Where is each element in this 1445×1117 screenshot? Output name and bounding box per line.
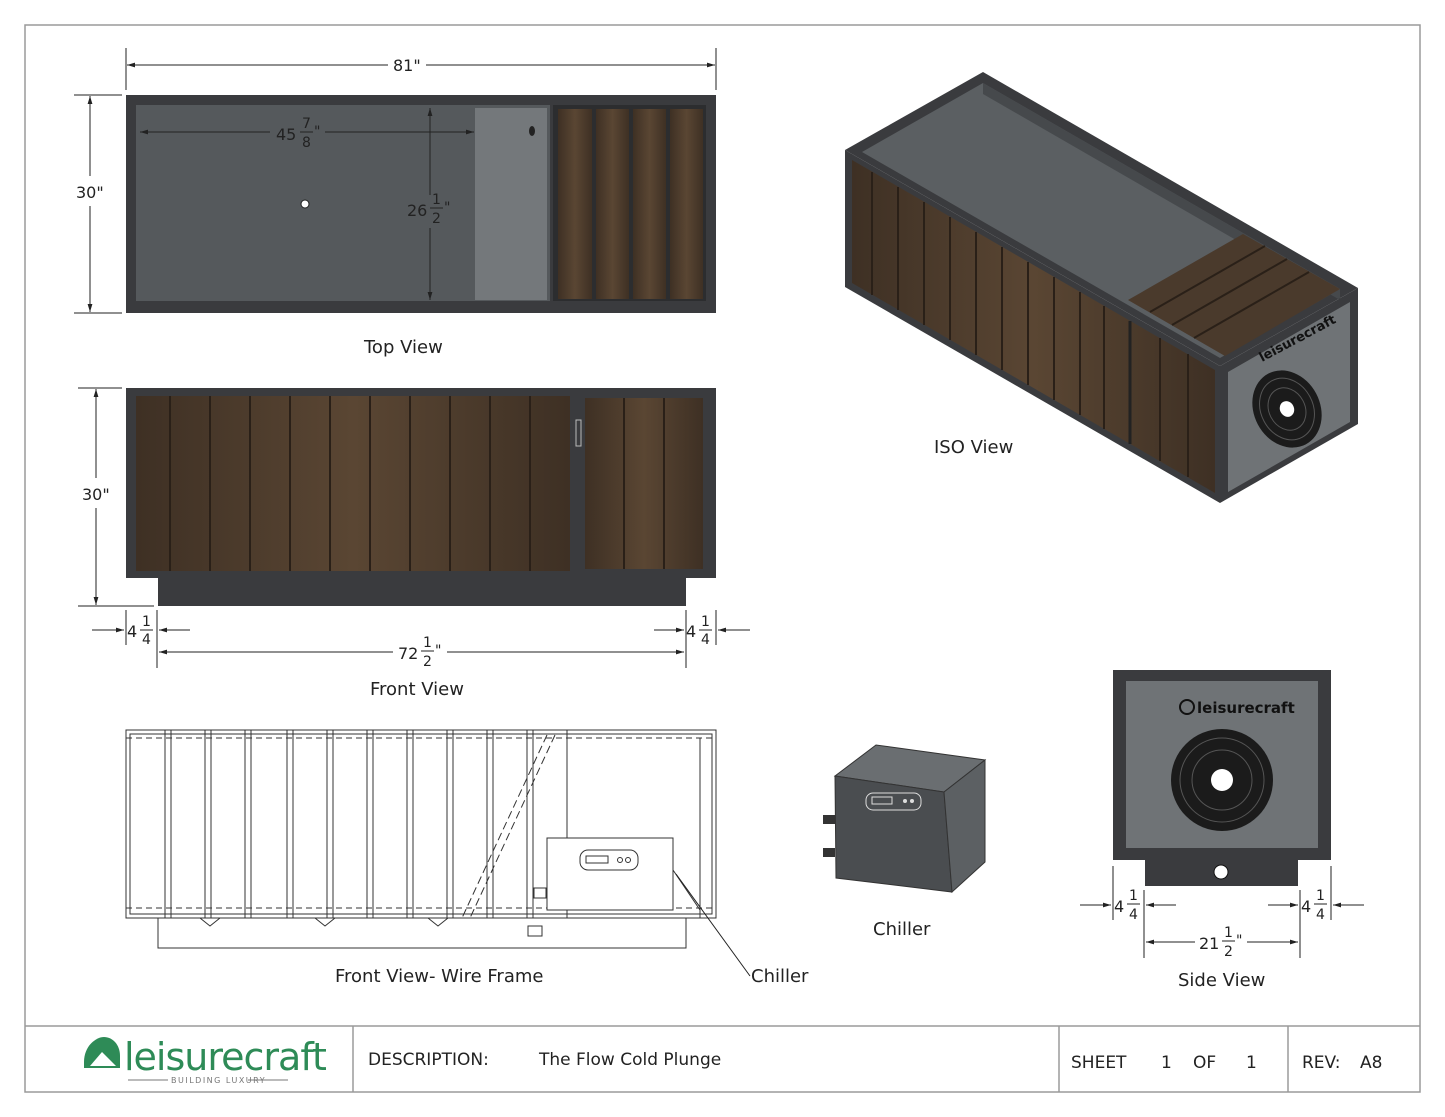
label-chiller-callout: Chiller [751,966,809,987]
sheet-number: 1 [1161,1053,1172,1073]
dim-side-left-den: 4 [1129,907,1138,923]
label-top-view: Top View [363,337,443,358]
dim-overall-length: 81" [393,56,421,75]
rev-label: REV: [1302,1053,1341,1073]
description-label: DESCRIPTION: [368,1050,489,1070]
label-chiller-view: Chiller [873,919,931,940]
dim-inner-length-num: 7 [302,116,311,132]
description-value: The Flow Cold Plunge [538,1050,721,1070]
brand-name: leisurecraft [124,1035,326,1079]
sheet-of-label: OF [1193,1053,1216,1073]
brand-logo: leisurecraft BUILDING LUXURY [84,1035,327,1085]
dim-right-offset-den: 4 [701,632,710,648]
dim-right-offset-whole: 4 [686,622,696,641]
dim-right-offset-num: 1 [701,614,710,630]
iso-view: leisurecraft [845,72,1358,503]
label-wire-frame: Front View- Wire Frame [335,966,543,987]
dim-inner-length-whole: 45 [276,125,296,144]
dim-side-width-den: 2 [1224,944,1233,960]
label-front-view: Front View [370,679,464,700]
dim-base-length-whole: 72 [398,644,418,663]
front-view [126,388,716,606]
chiller-callout-leader [675,873,751,977]
dim-left-offset-den: 4 [142,632,151,648]
wire-frame-view [125,729,717,949]
dim-inner-width-whole: 26 [407,201,427,220]
side-view: leisurecraft [1113,670,1331,886]
dim-inner-length-inch: " [314,124,320,140]
label-iso-view: ISO View [934,437,1013,458]
dim-base-length-num: 1 [423,635,432,651]
dim-inner-length-den: 8 [302,135,311,151]
sheet-total: 1 [1246,1053,1257,1073]
dim-base-length-den: 2 [423,654,432,670]
dim-side-left-num: 1 [1129,888,1138,904]
label-side-view: Side View [1178,970,1265,991]
dim-front-height: 30" [82,485,110,504]
rev-value: A8 [1360,1053,1382,1073]
dim-side-right-den: 4 [1316,907,1325,923]
dim-side-width-whole: 21 [1199,934,1219,953]
sheet-label: SHEET [1071,1053,1127,1073]
dim-left-offset-whole: 4 [127,622,137,641]
brand-tagline: BUILDING LUXURY [171,1076,266,1085]
dim-left-offset-num: 1 [142,614,151,630]
dim-side-width-num: 1 [1224,925,1233,941]
side-logo-text: leisurecraft [1197,699,1295,717]
dim-top-height: 30" [76,183,104,202]
dim-side-width-inch: " [1236,933,1242,949]
dim-inner-width-inch: " [444,200,450,216]
dim-inner-width-den: 2 [432,211,441,227]
dim-inner-width-num: 1 [432,192,441,208]
dim-base-length-inch: " [435,643,441,659]
dim-side-right-whole: 4 [1301,897,1311,916]
dim-side-left-whole: 4 [1114,897,1124,916]
title-block [352,1026,1289,1092]
chiller-view [823,744,987,894]
drawing-sheet: 45 7 8 " 26 1 2 " 81" 30" Top View 30" 4… [24,24,1421,1093]
dim-side-right-num: 1 [1316,888,1325,904]
